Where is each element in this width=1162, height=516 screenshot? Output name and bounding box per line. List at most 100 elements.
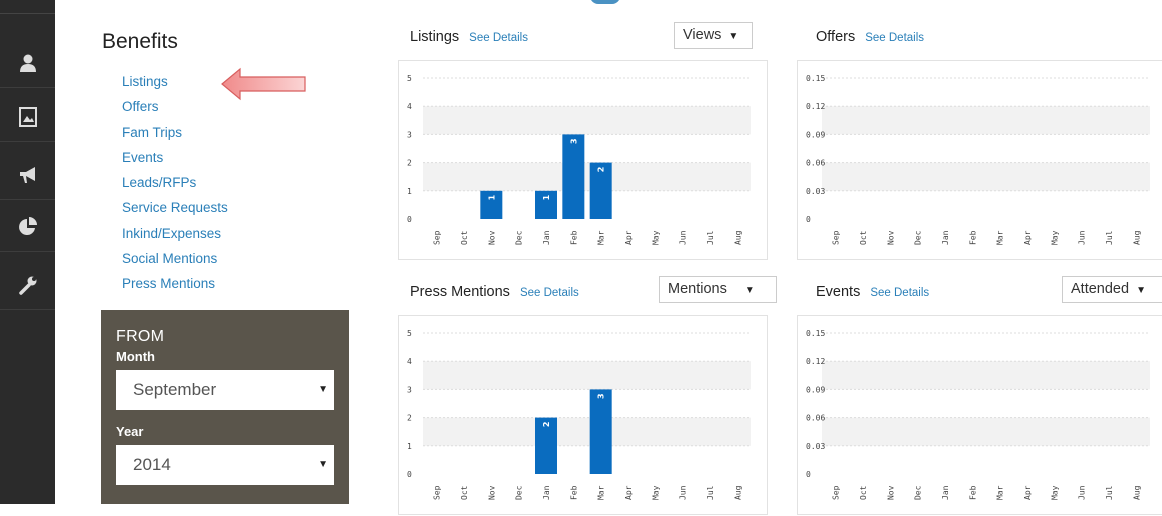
benefit-link-offers[interactable]: Offers xyxy=(122,98,228,123)
benefit-link-inkind-expenses[interactable]: Inkind/Expenses xyxy=(122,225,228,250)
x-tick-label: Nov xyxy=(886,230,895,245)
chevron-down-icon: ▼ xyxy=(728,31,739,42)
listings-panel-header: Listings See Details xyxy=(410,29,528,45)
x-tick-label: Apr xyxy=(624,230,633,245)
bar-data-label: 1 xyxy=(542,194,551,200)
month-select-value: September xyxy=(133,380,217,399)
events-panel-header: Events See Details xyxy=(816,284,929,300)
x-tick-label: Nov xyxy=(487,485,496,500)
bar-data-label: 3 xyxy=(569,138,578,144)
x-tick-label: Sep xyxy=(433,230,442,245)
see-details-link[interactable]: See Details xyxy=(469,32,528,44)
chevron-down-icon: ▼ xyxy=(744,285,755,296)
chevron-down-icon: ▼ xyxy=(318,459,328,470)
grid-band xyxy=(822,417,1150,446)
x-tick-label: Oct xyxy=(859,230,868,245)
panel-title: Press Mentions xyxy=(410,284,510,300)
y-tick-label: 0.03 xyxy=(806,442,825,451)
benefit-link-fam-trips[interactable]: Fam Trips xyxy=(122,124,228,149)
x-tick-label: May xyxy=(651,230,660,245)
grid-band xyxy=(822,361,1150,390)
x-tick-label: Oct xyxy=(460,485,469,500)
press-metric-dropdown[interactable]: Mentions ▼ xyxy=(659,276,777,303)
x-tick-label: May xyxy=(651,485,660,500)
panel-title: Offers xyxy=(816,29,856,45)
x-tick-label: Jun xyxy=(1078,485,1087,500)
events-chart-svg: 0 0.03 0.06 0.09 0.12 0.15 Sep Oct Nov Dec Jan Feb M… xyxy=(806,329,1150,500)
x-tick-label: Jul xyxy=(1105,485,1114,500)
benefit-link-events[interactable]: Events xyxy=(122,149,228,174)
x-tick-label: Feb xyxy=(569,485,578,500)
reports-nav-button[interactable] xyxy=(0,202,55,252)
x-tick-label: Dec xyxy=(914,230,923,245)
benefit-link-listings[interactable]: Listings xyxy=(122,73,228,98)
month-select[interactable]: September ▼ xyxy=(116,370,334,410)
grid-band xyxy=(822,106,1150,135)
settings-nav-button[interactable] xyxy=(0,260,55,310)
y-tick-label: 3 xyxy=(407,130,412,139)
bar xyxy=(589,389,612,474)
y-tick-label: 5 xyxy=(407,329,412,338)
bar xyxy=(562,134,585,219)
icon-rail xyxy=(0,0,55,504)
x-tick-label: Oct xyxy=(460,230,469,245)
bar-data-label: 3 xyxy=(597,393,606,399)
x-tick-label: Aug xyxy=(1132,485,1141,500)
media-nav-button[interactable] xyxy=(0,92,55,142)
y-tick-label: 0 xyxy=(806,215,811,224)
x-tick-label: Dec xyxy=(515,230,524,245)
events-metric-dropdown[interactable]: Attended ▼ xyxy=(1062,276,1162,303)
listings-chart: 0 1 2 3 4 5 Sep Oct Nov 1 Dec Jan 1 Feb 3 Mar 2 Apr May Jun… xyxy=(398,60,768,260)
benefit-link-leads-rfps[interactable]: Leads/RFPs xyxy=(122,174,228,199)
listings-metric-dropdown[interactable]: Views ▼ xyxy=(674,22,753,49)
x-tick-label: Mar xyxy=(597,485,606,500)
x-tick-label: May xyxy=(1050,485,1059,500)
x-tick-label: Sep xyxy=(433,485,442,500)
events-chart: 0 0.03 0.06 0.09 0.12 0.15 Sep Oct Nov Dec Jan Feb M… xyxy=(797,315,1162,515)
y-tick-label: 0.15 xyxy=(806,74,825,83)
x-tick-label: Feb xyxy=(968,485,977,500)
see-details-link[interactable]: See Details xyxy=(520,287,579,299)
profile-nav-button[interactable] xyxy=(0,38,55,88)
x-tick-label: Aug xyxy=(733,485,742,500)
x-tick-label: Jan xyxy=(941,230,950,245)
benefit-link-service-requests[interactable]: Service Requests xyxy=(122,199,228,224)
see-details-link[interactable]: See Details xyxy=(870,287,929,299)
x-tick-label: Sep xyxy=(832,230,841,245)
listings-chart-svg: 0 1 2 3 4 5 Sep Oct Nov 1 Dec Jan 1 Feb 3 Mar 2 Apr May Jun… xyxy=(407,74,751,245)
x-tick-label: Dec xyxy=(515,485,524,500)
year-select-value: 2014 xyxy=(133,455,171,474)
grid-band xyxy=(423,106,751,135)
header-logo-fragment xyxy=(590,0,620,4)
x-tick-label: Jul xyxy=(706,485,715,500)
y-tick-label: 0.09 xyxy=(806,130,825,139)
megaphone-icon xyxy=(19,166,35,183)
press-chart: 0 1 2 3 4 5 Sep Oct Nov Dec Jan 2 Feb Mar 3 Apr May Jun Ju… xyxy=(398,315,768,515)
press-chart-svg: 0 1 2 3 4 5 Sep Oct Nov Dec Jan 2 Feb Mar 3 Apr May Jun Ju… xyxy=(407,329,751,500)
y-tick-label: 0.12 xyxy=(806,357,825,366)
dropdown-value: Views xyxy=(683,27,722,43)
rail-top-divider xyxy=(0,0,55,14)
x-tick-label: Jun xyxy=(679,485,688,500)
benefits-link-list: Listings Offers Fam Trips Events Leads/R… xyxy=(122,73,228,301)
x-tick-label: Feb xyxy=(968,230,977,245)
benefits-title: Benefits xyxy=(102,30,178,53)
press-panel-header: Press Mentions See Details xyxy=(410,284,579,300)
x-tick-label: Mar xyxy=(996,230,1005,245)
see-details-link[interactable]: See Details xyxy=(865,32,924,44)
grid-band xyxy=(423,361,751,390)
x-tick-label: Jan xyxy=(542,485,551,500)
benefit-link-social-mentions[interactable]: Social Mentions xyxy=(122,250,228,275)
campaigns-nav-button[interactable] xyxy=(0,150,55,200)
x-tick-label: Nov xyxy=(886,485,895,500)
y-tick-label: 1 xyxy=(407,187,412,196)
year-select[interactable]: 2014 ▼ xyxy=(116,445,334,485)
benefit-link-press-mentions[interactable]: Press Mentions xyxy=(122,275,228,300)
y-tick-label: 2 xyxy=(407,159,412,168)
y-tick-label: 0 xyxy=(806,470,811,479)
panel-title: Listings xyxy=(410,29,460,45)
filter-year-label: Year xyxy=(116,424,144,439)
bar-data-label: 1 xyxy=(487,194,496,200)
x-tick-label: Jun xyxy=(679,230,688,245)
chevron-down-icon: ▼ xyxy=(1136,285,1146,296)
